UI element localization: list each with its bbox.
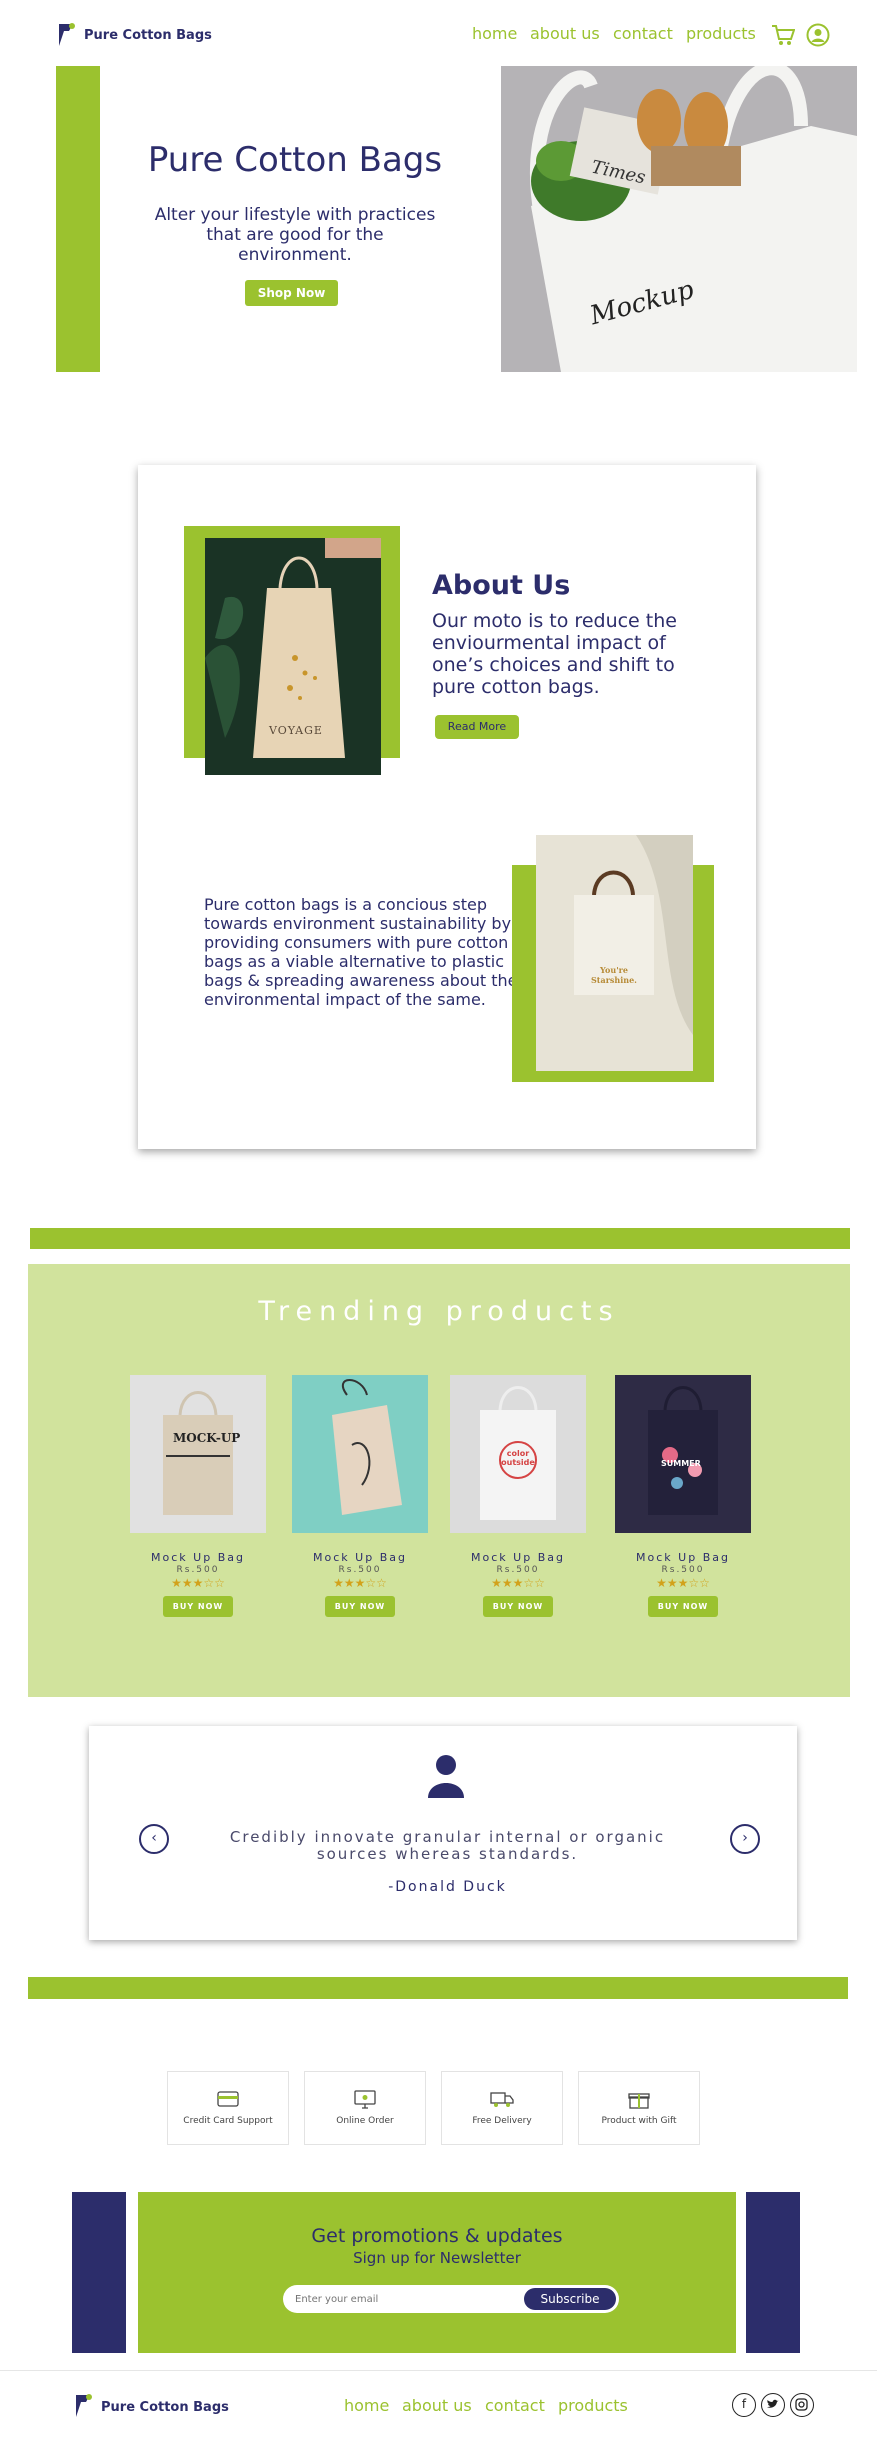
buy-now-button[interactable]: BUY NOW	[483, 1596, 553, 1617]
nav-contact[interactable]: contact	[613, 24, 673, 43]
about-paragraph: Pure cotton bags is a concious step towa…	[204, 895, 518, 1009]
product-name: Mock Up Bag	[151, 1551, 245, 1564]
nav-products[interactable]: products	[686, 24, 756, 43]
product-image[interactable]: SUMMER	[615, 1375, 751, 1533]
about-text: Our moto is to reduce the enviourmental …	[432, 610, 677, 698]
nav-about-us[interactable]: about us	[530, 24, 600, 43]
newsletter-subtitle: Sign up for Newsletter	[353, 2249, 521, 2267]
feature-credit-card: Credit Card Support	[167, 2071, 289, 2145]
product-card[interactable]: color outside Mock Up Bag Rs.500 ★★★☆☆ B…	[450, 1375, 586, 1617]
bag-print-voyage: VOYAGE	[269, 724, 323, 737]
product-card[interactable]: SUMMER Mock Up Bag Rs.500 ★★★☆☆ BUY NOW	[615, 1375, 751, 1617]
shop-now-button[interactable]: Shop Now	[245, 280, 338, 306]
prev-testimonial-button[interactable]: ‹	[139, 1824, 169, 1854]
feature-label: Online Order	[336, 2116, 394, 2126]
product-name: Mock Up Bag	[471, 1551, 565, 1564]
user-account-icon[interactable]	[806, 23, 830, 47]
product-rating-stars: ★★★☆☆	[171, 1576, 225, 1590]
monitor-icon	[354, 2090, 376, 2109]
feature-online-order: Online Order	[304, 2071, 426, 2145]
product-image[interactable]	[292, 1375, 428, 1533]
cart-icon[interactable]	[771, 24, 795, 46]
product-print-text: SUMMER	[661, 1459, 701, 1468]
newsletter-accent-left	[72, 2192, 126, 2353]
section-divider-stripe-2	[28, 1977, 848, 1999]
about-bag-image: VOYAGE	[205, 538, 381, 775]
product-print-text: MOCK-UP	[173, 1431, 241, 1445]
next-testimonial-button[interactable]: ›	[730, 1824, 760, 1854]
newsletter-title: Get promotions & updates	[311, 2225, 563, 2247]
email-input[interactable]	[295, 2285, 495, 2313]
buy-now-button[interactable]: BUY NOW	[648, 1596, 718, 1617]
section-divider-stripe	[30, 1228, 850, 1249]
buy-now-button[interactable]: BUY NOW	[163, 1596, 233, 1617]
twitter-icon[interactable]	[761, 2393, 785, 2417]
product-rating-stars: ★★★☆☆	[491, 1576, 545, 1590]
product-price: Rs.500	[338, 1565, 382, 1575]
brand-name[interactable]: Pure Cotton Bags	[84, 28, 212, 43]
subscribe-button[interactable]: Subscribe	[524, 2288, 616, 2310]
read-more-button[interactable]: Read More	[435, 715, 519, 739]
about-title: About Us	[432, 570, 571, 601]
gift-icon	[628, 2093, 650, 2109]
feature-label: Product with Gift	[601, 2116, 677, 2126]
product-price: Rs.500	[496, 1565, 540, 1575]
testimonial-author: -Donald Duck	[388, 1879, 507, 1895]
product-card[interactable]: Mock Up Bag Rs.500 ★★★☆☆ BUY NOW	[292, 1375, 428, 1617]
product-name: Mock Up Bag	[313, 1551, 407, 1564]
footer-nav-products[interactable]: products	[558, 2396, 628, 2415]
feature-label: Free Delivery	[472, 2116, 532, 2126]
product-image[interactable]: color outside	[450, 1375, 586, 1533]
feature-label: Credit Card Support	[183, 2116, 273, 2126]
facebook-icon[interactable]: f	[732, 2393, 756, 2417]
product-print-text: color outside	[501, 1449, 535, 1467]
newsletter-section	[138, 2192, 736, 2353]
bag-print-starshine: You're Starshine.	[591, 965, 637, 985]
product-rating-stars: ★★★☆☆	[333, 1576, 387, 1590]
brand-logo-icon[interactable]	[55, 22, 77, 48]
product-price: Rs.500	[176, 1565, 220, 1575]
trending-title: Trending products	[258, 1296, 620, 1327]
footer-nav-contact[interactable]: contact	[485, 2396, 545, 2415]
buy-now-button[interactable]: BUY NOW	[325, 1596, 395, 1617]
hero-title: Pure Cotton Bags	[147, 140, 443, 180]
hero-accent-bar	[56, 66, 100, 372]
footer-nav-home[interactable]: home	[344, 2396, 389, 2415]
feature-free-delivery: Free Delivery	[441, 2071, 563, 2145]
newsletter-form: Subscribe	[283, 2285, 619, 2313]
product-card[interactable]: MOCK-UP Mock Up Bag Rs.500 ★★★☆☆ BUY NOW	[130, 1375, 266, 1617]
footer-nav-about-us[interactable]: about us	[402, 2396, 472, 2415]
nav-home[interactable]: home	[472, 24, 517, 43]
footer-brand-logo-icon[interactable]	[72, 2393, 94, 2419]
credit-card-icon	[217, 2091, 239, 2107]
person-icon	[428, 1755, 464, 1798]
testimonial-quote: Credibly innovate granular internal or o…	[229, 1828, 666, 1863]
footer-divider	[0, 2370, 877, 2371]
truck-icon	[490, 2092, 514, 2107]
feature-gift: Product with Gift	[578, 2071, 700, 2145]
product-name: Mock Up Bag	[636, 1551, 730, 1564]
product-rating-stars: ★★★☆☆	[656, 1576, 710, 1590]
hero-subtitle: Alter your lifestyle with practices that…	[154, 205, 436, 265]
product-image[interactable]: MOCK-UP	[130, 1375, 266, 1533]
instagram-icon[interactable]	[790, 2393, 814, 2417]
hero-bag-image: Times Mockup	[501, 66, 857, 372]
product-price: Rs.500	[661, 1565, 705, 1575]
newsletter-accent-right	[746, 2192, 800, 2353]
starshine-bag-image: You're Starshine.	[536, 835, 693, 1071]
footer-brand-name[interactable]: Pure Cotton Bags	[101, 2400, 229, 2415]
